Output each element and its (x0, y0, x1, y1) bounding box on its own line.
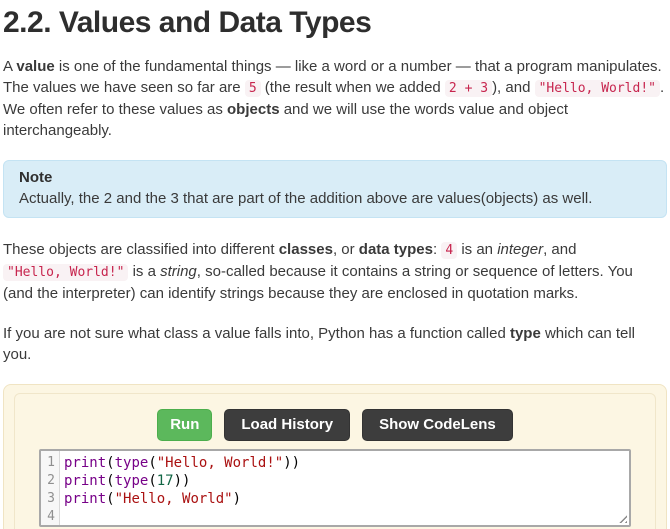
code-token-plain: ( (106, 473, 114, 489)
text-segment: value (16, 58, 54, 75)
activecode-toolbar: Run Load History Show CodeLens (39, 409, 631, 441)
text-segment: string (160, 263, 197, 280)
text-segment: classes (279, 241, 333, 258)
text-segment: objects (227, 101, 280, 118)
inline-code: 4 (441, 242, 457, 259)
text-segment: A (3, 58, 16, 75)
note-admonition: Note Actually, the 2 and the 3 that are … (3, 160, 667, 218)
paragraph-type-function: If you are not sure what class a value f… (3, 323, 667, 365)
code-token-string: "Hello, World!" (157, 455, 283, 471)
note-title: Note (19, 168, 651, 188)
text-segment: is an (457, 241, 497, 258)
code-token-plain: )) (283, 455, 300, 471)
code-token-plain: ( (148, 473, 156, 489)
paragraph-classes-datatypes: These objects are classified into differ… (3, 239, 667, 304)
inline-code: "Hello, World!" (535, 80, 660, 97)
text-segment: These objects are classified into differ… (3, 241, 279, 258)
code-token-plain: ( (106, 455, 114, 471)
load-history-button[interactable]: Load History (224, 409, 350, 441)
text-segment: is a (128, 263, 160, 280)
code-area[interactable]: print(type("Hello, World!"))print(type(1… (60, 451, 629, 525)
code-token-builtin: print (64, 455, 106, 471)
code-editor[interactable]: 1234 print(type("Hello, World!"))print(t… (39, 449, 631, 527)
text-segment: type (510, 325, 541, 342)
line-number-gutter: 1234 (41, 451, 60, 525)
note-body: Actually, the 2 and the 3 that are part … (19, 188, 651, 209)
text-segment: , or (333, 241, 359, 258)
code-token-builtin: type (115, 455, 149, 471)
code-line[interactable]: print("Hello, World") (64, 490, 629, 508)
paragraph-values-intro: A value is one of the fundamental things… (3, 56, 667, 141)
code-token-builtin: type (115, 473, 149, 489)
line-number: 3 (45, 490, 55, 508)
text-segment: integer (497, 241, 543, 258)
show-codelens-button[interactable]: Show CodeLens (362, 409, 513, 441)
line-number: 2 (45, 472, 55, 490)
code-token-string: "Hello, World" (115, 491, 233, 507)
inline-code: 5 (245, 80, 261, 97)
code-line[interactable]: print(type("Hello, World!")) (64, 454, 629, 472)
code-line[interactable] (64, 508, 629, 526)
code-token-builtin: print (64, 491, 106, 507)
code-token-plain: )) (174, 473, 191, 489)
text-segment: ), and (492, 79, 535, 96)
line-number: 1 (45, 454, 55, 472)
page-title: 2.2. Values and Data Types (3, 6, 667, 40)
inline-code: 2 + 3 (445, 80, 492, 97)
activecode-panel: Run Load History Show CodeLens 1234 prin… (14, 393, 656, 529)
code-token-number: 17 (157, 473, 174, 489)
code-token-plain: ( (148, 455, 156, 471)
text-segment: (the result when we added (261, 79, 445, 96)
code-line[interactable]: print(type(17)) (64, 472, 629, 490)
code-token-plain: ) (233, 491, 241, 507)
text-segment: , and (543, 241, 576, 258)
run-button[interactable]: Run (157, 409, 212, 441)
inline-code: "Hello, World!" (3, 264, 128, 281)
text-segment: If you are not sure what class a value f… (3, 325, 510, 342)
code-token-plain: ( (106, 491, 114, 507)
line-number: 4 (45, 508, 55, 526)
activecode-container: Run Load History Show CodeLens 1234 prin… (3, 384, 667, 529)
code-token-builtin: print (64, 473, 106, 489)
text-segment: data types (359, 241, 433, 258)
textbook-page: 2.2. Values and Data Types A value is on… (0, 0, 670, 529)
